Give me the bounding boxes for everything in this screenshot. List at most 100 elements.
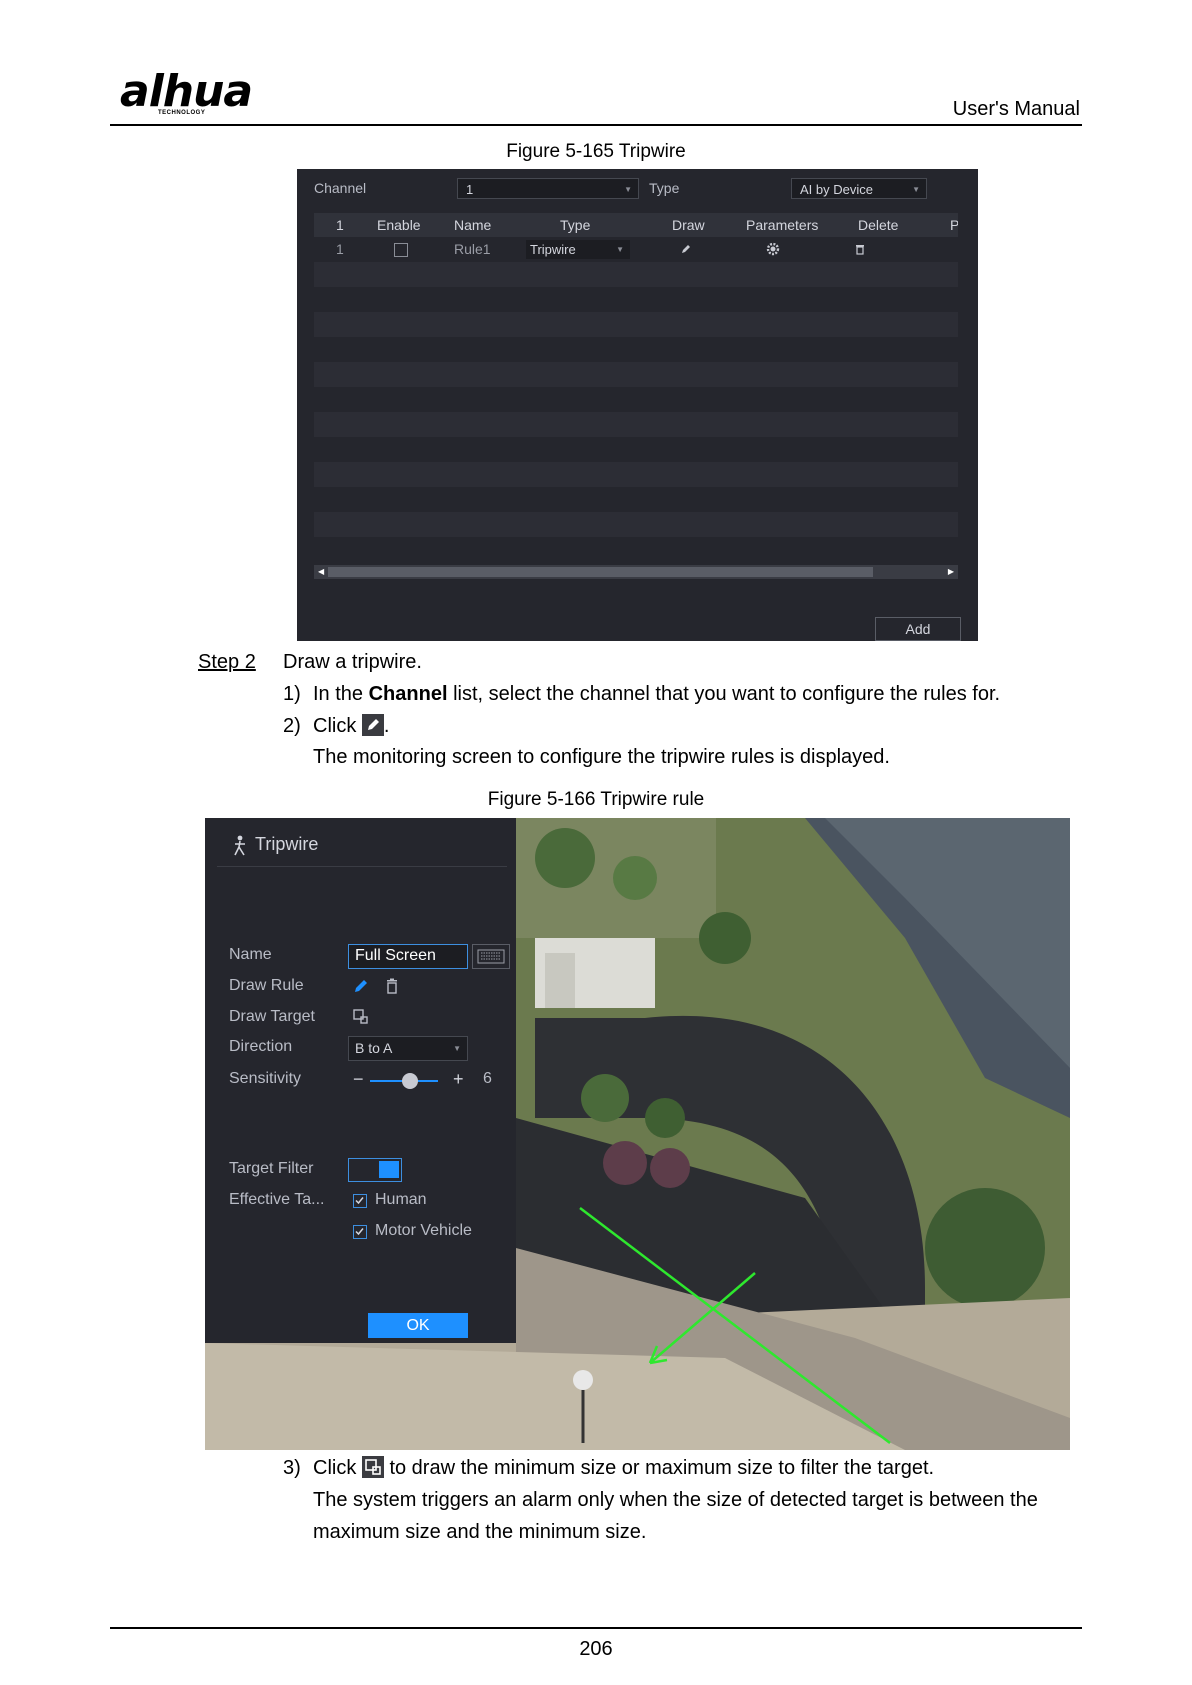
draw-target-icon	[361, 1456, 384, 1478]
horizontal-scrollbar[interactable]: ◀ ▶	[314, 565, 958, 579]
panel-title: Tripwire	[255, 834, 319, 854]
scrollbar-thumb[interactable]	[328, 567, 873, 577]
motor-vehicle-checkbox[interactable]	[353, 1225, 367, 1239]
item-1-number: 1)	[283, 683, 301, 705]
header-delete: Delete	[858, 217, 899, 233]
pencil-icon[interactable]	[353, 978, 369, 994]
type-label: Type	[649, 180, 680, 196]
table-row	[314, 412, 958, 437]
item-1-pre: In the	[313, 683, 369, 705]
table-row	[314, 387, 958, 412]
chevron-down-icon: ▼	[453, 1044, 461, 1053]
table-row	[314, 437, 958, 462]
scroll-right-icon[interactable]: ▶	[948, 565, 954, 579]
item-3-post: to draw the minimum size or maximum size…	[383, 1457, 935, 1479]
channel-value: 1	[466, 182, 474, 197]
trash-icon[interactable]	[385, 978, 399, 994]
sensitivity-slider-handle[interactable]	[402, 1073, 418, 1089]
gear-icon[interactable]	[766, 242, 780, 256]
table-row: 1 Rule1 Tripwire ▼	[314, 237, 958, 262]
pencil-icon	[361, 714, 384, 736]
item-1-post: list, select the channel that you want t…	[447, 683, 1001, 705]
footer-rule	[110, 1627, 1082, 1629]
sensitivity-value: 6	[483, 1070, 492, 1087]
item-1-bold: Channel	[368, 683, 448, 705]
item-3-number: 3)	[283, 1457, 301, 1479]
row-type-dropdown[interactable]: Tripwire ▼	[526, 240, 630, 259]
chevron-down-icon: ▼	[616, 245, 624, 254]
add-button[interactable]: Add	[875, 617, 961, 641]
dahua-logo: alhua TECHNOLOGY	[120, 70, 260, 120]
table-row	[314, 362, 958, 387]
table-row	[314, 337, 958, 362]
table-row	[314, 462, 958, 487]
logo-text: alhua	[120, 66, 253, 117]
name-label: Name	[229, 946, 272, 963]
human-label: Human	[375, 1191, 427, 1208]
tripwire-config-screen: Channel 1 ▼ Type AI by Device ▼ 1 Enable…	[297, 169, 978, 641]
chevron-down-icon: ▼	[624, 185, 632, 194]
sensitivity-increase-icon[interactable]: +	[453, 1070, 464, 1088]
name-input[interactable]: Full Screen	[348, 944, 468, 969]
logo-subtext: TECHNOLOGY	[158, 110, 206, 116]
target-filter-label: Target Filter	[229, 1160, 314, 1177]
item-3-text: Click to draw the minimum size or maximu…	[313, 1456, 934, 1480]
sensitivity-label: Sensitivity	[229, 1070, 302, 1087]
table-row	[314, 312, 958, 337]
channel-dropdown[interactable]: 1 ▼	[457, 178, 639, 199]
row-type-value: Tripwire	[530, 242, 576, 257]
item-2-text: Click .	[313, 714, 389, 738]
item-3-line-3: maximum size and the minimum size.	[313, 1521, 647, 1543]
keyboard-icon[interactable]	[472, 944, 510, 969]
checkmark-icon	[355, 1228, 364, 1236]
tripwire-settings-panel: Tripwire Name Full Screen Draw Rule Draw…	[205, 818, 516, 1343]
row-name: Rule1	[454, 241, 491, 257]
table-row	[314, 487, 958, 512]
header-rule	[110, 124, 1082, 126]
row-index: 1	[336, 241, 344, 257]
item-2-number: 2)	[283, 715, 301, 737]
header-truncated: P	[950, 217, 958, 233]
header-name: Name	[454, 217, 492, 233]
toggle-knob	[379, 1161, 399, 1178]
table-header: 1 Enable Name Type Draw Parameters Delet…	[314, 213, 958, 237]
panel-divider	[217, 866, 507, 867]
enable-checkbox[interactable]	[394, 243, 408, 257]
draw-target-label: Draw Target	[229, 1008, 315, 1025]
item-3-line-2: The system triggers an alarm only when t…	[313, 1489, 1038, 1511]
ok-button[interactable]: OK	[368, 1313, 468, 1338]
scroll-left-icon[interactable]: ◀	[318, 565, 324, 579]
pencil-icon[interactable]	[680, 243, 692, 255]
page-number: 206	[579, 1638, 613, 1660]
draw-target-icon[interactable]	[353, 1009, 369, 1025]
human-checkbox[interactable]	[353, 1194, 367, 1208]
type-value: AI by Device	[800, 182, 873, 197]
trash-icon[interactable]	[854, 243, 866, 255]
checkmark-icon	[355, 1197, 364, 1205]
header-draw: Draw	[672, 217, 705, 233]
table-row	[314, 287, 958, 312]
type-dropdown[interactable]: AI by Device ▼	[791, 178, 927, 199]
channel-label: Channel	[314, 180, 367, 196]
direction-label: Direction	[229, 1038, 293, 1055]
rules-table: 1 Enable Name Type Draw Parameters Delet…	[314, 213, 958, 575]
figure-165-caption: Figure 5-165 Tripwire	[506, 141, 686, 162]
direction-dropdown[interactable]: B to A ▼	[348, 1036, 468, 1061]
target-filter-toggle[interactable]	[348, 1158, 402, 1182]
effective-target-label: Effective Ta...	[229, 1191, 325, 1208]
manual-title: User's Manual	[952, 98, 1080, 120]
item-2-pre: Click	[313, 715, 362, 737]
figure-166-caption: Figure 5-166 Tripwire rule	[487, 789, 705, 810]
table-row	[314, 537, 958, 562]
draw-rule-label: Draw Rule	[229, 977, 304, 994]
item-3-pre: Click	[313, 1457, 362, 1479]
sensitivity-decrease-icon[interactable]: −	[353, 1070, 364, 1088]
item-2-post: .	[383, 715, 390, 737]
header-type: Type	[560, 217, 591, 233]
chevron-down-icon: ▼	[912, 185, 920, 194]
header-enable: Enable	[377, 217, 421, 233]
header-index: 1	[336, 217, 344, 233]
tripwire-person-icon	[234, 835, 245, 856]
item-1-text: In the Channel list, select the channel …	[313, 682, 1000, 706]
step-title: Draw a tripwire.	[283, 651, 422, 673]
